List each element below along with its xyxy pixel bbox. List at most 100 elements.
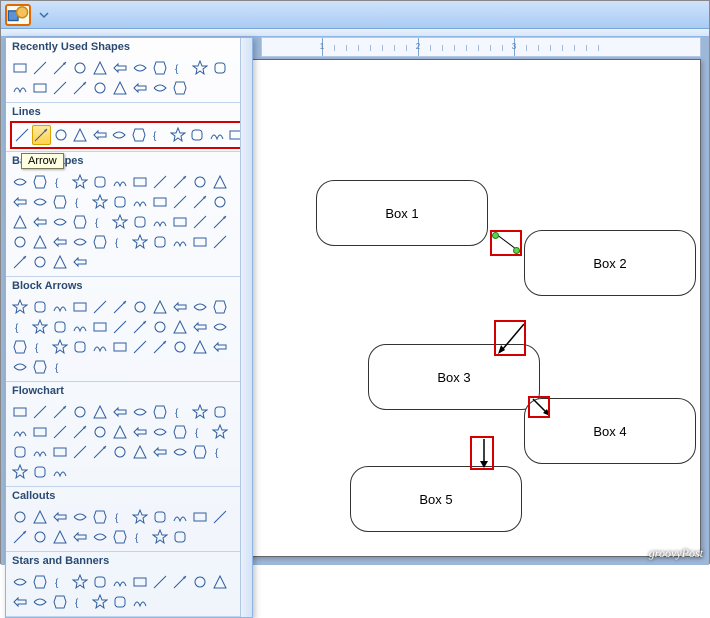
shape-option[interactable]	[50, 78, 70, 98]
shape-option[interactable]	[190, 442, 210, 462]
shape-option[interactable]	[170, 317, 190, 337]
shape-option[interactable]	[30, 78, 50, 98]
shape-option[interactable]	[90, 297, 110, 317]
shape-option[interactable]	[110, 337, 130, 357]
shape-option[interactable]	[90, 592, 110, 612]
connector-highlight[interactable]	[470, 436, 494, 470]
shape-option[interactable]	[170, 232, 190, 252]
shape-option[interactable]	[70, 232, 90, 252]
shape-option[interactable]: {	[210, 442, 230, 462]
shape-option[interactable]	[70, 527, 90, 547]
shape-option[interactable]	[30, 572, 50, 592]
shape-option[interactable]	[110, 58, 130, 78]
arrow-line-shape[interactable]	[32, 125, 52, 145]
shape-option[interactable]	[130, 337, 150, 357]
shape-option[interactable]	[50, 297, 70, 317]
shape-option[interactable]	[150, 78, 170, 98]
shape-option[interactable]	[130, 442, 150, 462]
shape-option[interactable]: {	[30, 337, 50, 357]
shape-option[interactable]	[170, 422, 190, 442]
shape-option[interactable]	[70, 78, 90, 98]
shape-option[interactable]	[170, 337, 190, 357]
shape-option[interactable]	[170, 572, 190, 592]
shape-option[interactable]	[50, 402, 70, 422]
shape-option[interactable]	[10, 527, 30, 547]
shape-option[interactable]	[170, 442, 190, 462]
shape-option[interactable]	[30, 172, 50, 192]
shape-option[interactable]: {	[130, 527, 150, 547]
shape-option[interactable]	[110, 172, 130, 192]
shape-option[interactable]: {	[170, 58, 190, 78]
shape-option[interactable]: {	[50, 172, 70, 192]
shape-option[interactable]	[190, 58, 210, 78]
shape-option[interactable]	[50, 192, 70, 212]
shape-option[interactable]	[110, 442, 130, 462]
shape-option[interactable]	[10, 572, 30, 592]
shape-option[interactable]	[130, 212, 150, 232]
shapes-gallery-button[interactable]	[5, 4, 31, 26]
shape-option[interactable]	[50, 422, 70, 442]
shape-option[interactable]	[30, 422, 50, 442]
shape-option[interactable]	[50, 337, 70, 357]
shape-option[interactable]: {	[10, 317, 30, 337]
shape-option[interactable]	[10, 192, 30, 212]
shape-option[interactable]	[30, 527, 50, 547]
shape-option[interactable]	[30, 192, 50, 212]
shape-option[interactable]	[130, 232, 150, 252]
shape-option[interactable]	[50, 232, 70, 252]
shape-option[interactable]	[70, 402, 90, 422]
line-shape[interactable]	[90, 125, 110, 145]
shape-option[interactable]	[130, 507, 150, 527]
shape-option[interactable]	[150, 317, 170, 337]
shape-option[interactable]	[190, 212, 210, 232]
line-shape[interactable]	[71, 125, 91, 145]
shape-option[interactable]	[190, 232, 210, 252]
shape-option[interactable]	[90, 232, 110, 252]
line-shape[interactable]	[207, 125, 227, 145]
shape-option[interactable]	[70, 337, 90, 357]
shape-option[interactable]	[70, 572, 90, 592]
line-shape[interactable]	[51, 125, 71, 145]
shape-option[interactable]	[10, 357, 30, 377]
shape-option[interactable]	[70, 212, 90, 232]
shape-option[interactable]	[130, 402, 150, 422]
shape-option[interactable]	[210, 172, 230, 192]
panel-scrollbar[interactable]	[240, 38, 252, 617]
shape-option[interactable]	[210, 58, 230, 78]
shape-option[interactable]	[210, 337, 230, 357]
flowchart-box[interactable]: Box 5	[350, 466, 522, 532]
shape-option[interactable]	[70, 58, 90, 78]
shape-option[interactable]	[90, 192, 110, 212]
shape-option[interactable]	[150, 337, 170, 357]
shape-option[interactable]	[10, 507, 30, 527]
shape-option[interactable]: {	[110, 507, 130, 527]
shape-option[interactable]	[50, 462, 70, 482]
shape-option[interactable]: {	[70, 192, 90, 212]
shape-option[interactable]	[190, 317, 210, 337]
shape-option[interactable]	[110, 592, 130, 612]
shape-option[interactable]	[70, 422, 90, 442]
line-shape[interactable]	[129, 125, 149, 145]
shape-option[interactable]	[10, 297, 30, 317]
line-shape[interactable]	[188, 125, 208, 145]
shape-option[interactable]	[90, 58, 110, 78]
shape-option[interactable]	[50, 317, 70, 337]
shape-option[interactable]	[10, 232, 30, 252]
shape-option[interactable]	[90, 572, 110, 592]
shape-option[interactable]	[210, 572, 230, 592]
shape-option[interactable]	[70, 442, 90, 462]
shape-option[interactable]	[190, 572, 210, 592]
shape-option[interactable]	[130, 192, 150, 212]
shape-option[interactable]	[110, 572, 130, 592]
shape-option[interactable]	[190, 172, 210, 192]
shape-option[interactable]	[30, 462, 50, 482]
shape-option[interactable]	[50, 252, 70, 272]
shape-option[interactable]	[10, 58, 30, 78]
shape-option[interactable]	[170, 527, 190, 547]
shape-option[interactable]	[90, 422, 110, 442]
shape-option[interactable]	[10, 212, 30, 232]
shape-option[interactable]	[30, 442, 50, 462]
line-shape[interactable]	[110, 125, 130, 145]
shape-option[interactable]: {	[190, 422, 210, 442]
connector-highlight[interactable]	[528, 396, 550, 418]
